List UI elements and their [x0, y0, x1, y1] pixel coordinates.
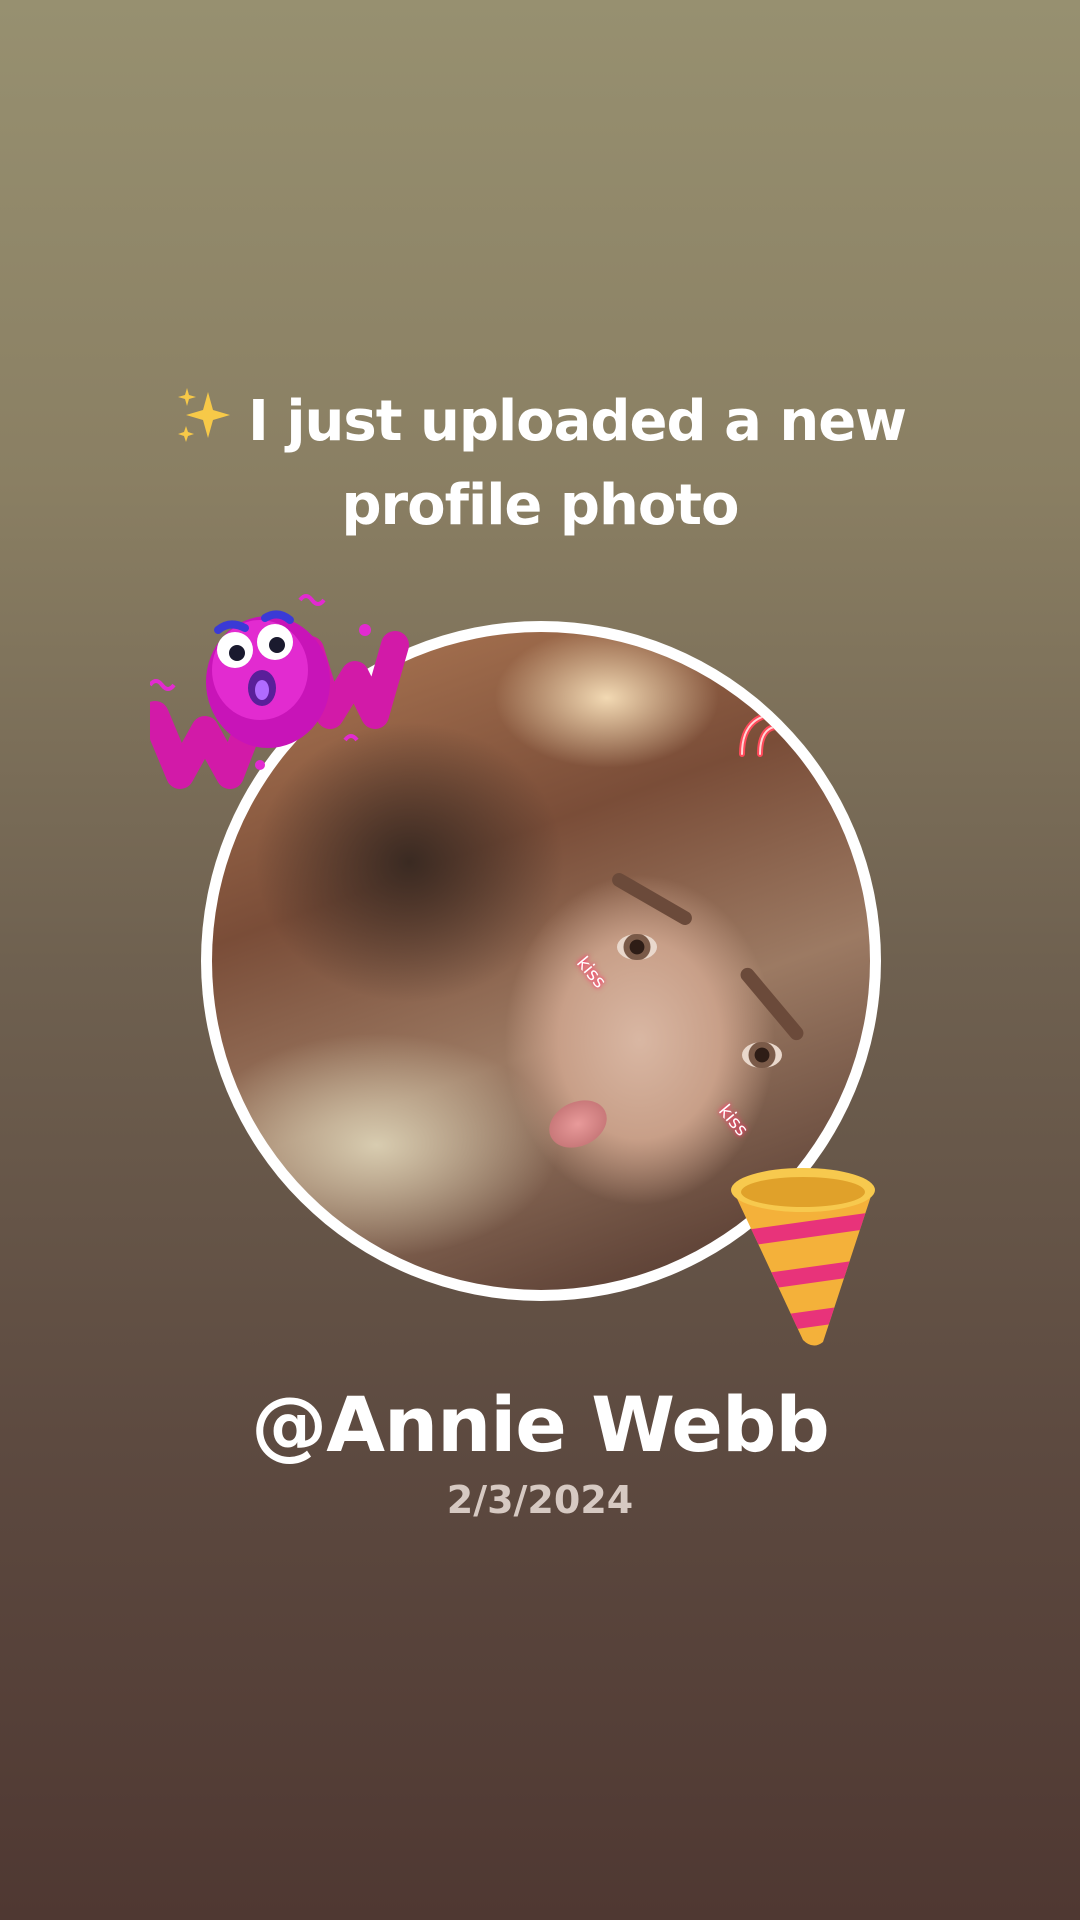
headline-line-1: I just uploaded a new — [0, 380, 1080, 464]
photo-brow — [609, 870, 695, 928]
wow-sticker — [150, 594, 409, 789]
user-name[interactable]: @Annie Webb — [0, 1380, 1080, 1469]
headline-text-1: I just uploaded a new — [248, 389, 907, 454]
kiss-label: kiss — [572, 952, 611, 993]
neon-ear-icon — [739, 712, 785, 757]
headline-line-2: profile photo — [341, 473, 739, 538]
kiss-label: kiss — [714, 1100, 753, 1141]
photo-lips — [541, 1091, 615, 1157]
headline: I just uploaded a new profile photo — [0, 380, 1080, 548]
party-popper-icon — [731, 1168, 875, 1346]
sparkles-icon — [178, 388, 231, 442]
photo-eye — [742, 1042, 782, 1068]
photo-eye — [617, 934, 657, 960]
post-date: 2/3/2024 — [446, 1478, 634, 1522]
photo-brow — [737, 965, 807, 1043]
